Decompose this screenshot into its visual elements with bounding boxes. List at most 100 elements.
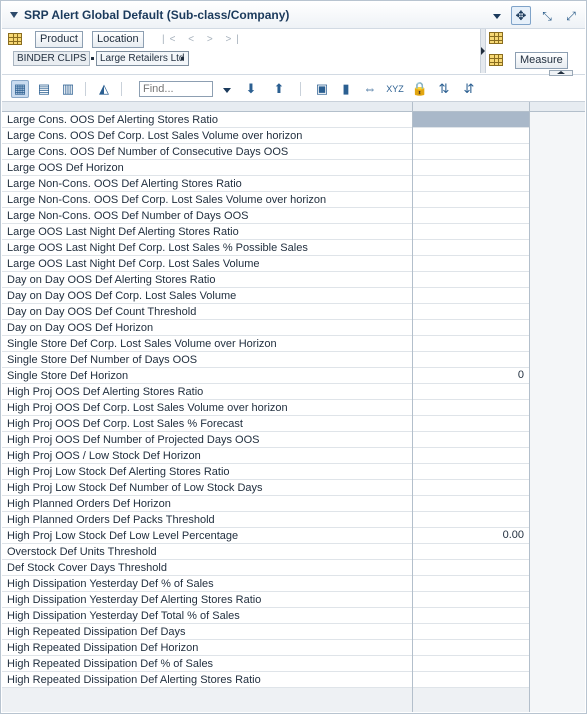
find-input[interactable]: [139, 81, 213, 97]
shrink-icon[interactable]: ⤡: [539, 8, 555, 24]
move-up-icon[interactable]: ⬆: [270, 80, 288, 98]
column-pivot-grid-icon[interactable]: [489, 32, 503, 44]
value-cell[interactable]: [413, 272, 529, 287]
move-down-icon[interactable]: ⬇: [242, 80, 260, 98]
column-divider[interactable]: [412, 102, 413, 712]
table-row: Large Cons. OOS Def Number of Consecutiv…: [2, 144, 529, 160]
toolbar-divider: [300, 82, 301, 96]
row-label: Single Store Def Corp. Lost Sales Volume…: [7, 338, 277, 350]
value-cell[interactable]: [413, 640, 529, 655]
separator-dot-icon: [181, 57, 184, 60]
value-cell[interactable]: [413, 592, 529, 607]
row-label: High Proj Low Stock Def Low Level Percen…: [7, 530, 239, 542]
table-row: High Proj OOS / Low Stock Def Horizon: [2, 448, 529, 464]
value-cell[interactable]: [413, 432, 529, 447]
menu-icon[interactable]: [493, 14, 501, 19]
value-cell[interactable]: [413, 512, 529, 527]
row-label: High Proj OOS Def Corp. Lost Sales % For…: [7, 418, 243, 430]
value-cell[interactable]: [413, 384, 529, 399]
value-cell[interactable]: [413, 192, 529, 207]
row-label: High Repeated Dissipation Def Horizon: [7, 642, 199, 654]
value-cell[interactable]: [413, 496, 529, 511]
table-row: Day on Day OOS Def Alerting Stores Ratio: [2, 272, 529, 288]
table-row: Large OOS Def Horizon: [2, 160, 529, 176]
table-row: High Proj OOS Def Corp. Lost Sales % For…: [2, 416, 529, 432]
chart-grid-icon[interactable]: ▤: [35, 80, 53, 98]
row-label: Large Non-Cons. OOS Def Alerting Stores …: [7, 178, 242, 190]
product-member[interactable]: BINDER CLIPS: [13, 51, 91, 66]
location-member[interactable]: Large Retailers Ltd: [96, 51, 189, 66]
value-cell[interactable]: 0.00: [413, 528, 529, 543]
table-row: Large Non-Cons. OOS Def Number of Days O…: [2, 208, 529, 224]
table-row: Day on Day OOS Def Count Threshold: [2, 304, 529, 320]
value-cell[interactable]: [413, 416, 529, 431]
column-header: [2, 102, 585, 112]
xyz-icon[interactable]: XYZ: [386, 80, 404, 98]
value-cell[interactable]: [413, 480, 529, 495]
maximize-icon[interactable]: ⤢: [563, 8, 579, 24]
splitter-handle[interactable]: [549, 70, 573, 76]
expand-right-icon[interactable]: [481, 47, 485, 55]
product-button[interactable]: Product: [35, 31, 83, 48]
value-cell[interactable]: [413, 304, 529, 319]
row-label: High Proj Low Stock Def Alerting Stores …: [7, 466, 230, 478]
move-icon[interactable]: ✥: [511, 6, 531, 25]
collapse-icon[interactable]: [10, 12, 18, 18]
highlight-icon[interactable]: ▮: [337, 80, 355, 98]
value-cell[interactable]: [413, 256, 529, 271]
lock-icon[interactable]: 🔒: [411, 80, 429, 98]
spreadsheet-icon[interactable]: ▣: [313, 80, 331, 98]
expand-icon[interactable]: ⇔: [361, 80, 379, 98]
value-cell[interactable]: [413, 400, 529, 415]
area-chart-icon[interactable]: ◭: [95, 80, 113, 98]
value-cell[interactable]: [413, 448, 529, 463]
table-row: Day on Day OOS Def Corp. Lost Sales Volu…: [2, 288, 529, 304]
sort-descending-icon[interactable]: ⇵: [460, 80, 478, 98]
table-row: Single Store Def Horizon 0: [2, 368, 529, 384]
grid-rows: Large Cons. OOS Def Alerting Stores Rati…: [2, 112, 585, 688]
row-label: Large Cons. OOS Def Corp. Lost Sales Vol…: [7, 130, 303, 142]
page-nav-arrows-icon[interactable]: |< < > >|: [162, 34, 244, 45]
location-button[interactable]: Location: [92, 31, 144, 48]
title-bar: SRP Alert Global Default (Sub-class/Comp…: [2, 2, 585, 29]
row-pivot-grid-icon[interactable]: [8, 33, 22, 45]
table-row: Day on Day OOS Def Horizon: [2, 320, 529, 336]
value-cell[interactable]: [413, 352, 529, 367]
value-cell[interactable]: [413, 112, 529, 127]
find-dropdown-icon[interactable]: [223, 88, 231, 93]
value-cell[interactable]: [413, 560, 529, 575]
value-cell[interactable]: [413, 288, 529, 303]
value-cell[interactable]: [413, 464, 529, 479]
table-row: High Dissipation Yesterday Def Total % o…: [2, 608, 529, 624]
value-cell[interactable]: 0: [413, 368, 529, 383]
row-label: Large OOS Last Night Def Alerting Stores…: [7, 226, 239, 238]
value-cell[interactable]: [413, 160, 529, 175]
row-label: High Proj Low Stock Def Number of Low St…: [7, 482, 263, 494]
value-cell[interactable]: [413, 624, 529, 639]
value-cell[interactable]: [413, 672, 529, 687]
table-row: Large Non-Cons. OOS Def Corp. Lost Sales…: [2, 192, 529, 208]
value-cell[interactable]: [413, 544, 529, 559]
measure-button[interactable]: Measure: [515, 52, 568, 69]
value-cell[interactable]: [413, 224, 529, 239]
grid-view-icon[interactable]: ▦: [11, 80, 29, 98]
value-cell[interactable]: [413, 576, 529, 591]
value-cell[interactable]: [413, 320, 529, 335]
row-label: High Proj OOS Def Corp. Lost Sales Volum…: [7, 402, 288, 414]
value-cell[interactable]: [413, 128, 529, 143]
value-cell[interactable]: [413, 240, 529, 255]
sort-ascending-icon[interactable]: ⇅: [435, 80, 453, 98]
table-row: Large Non-Cons. OOS Def Alerting Stores …: [2, 176, 529, 192]
chart-icon[interactable]: ▥: [59, 80, 77, 98]
measure-grid-icon[interactable]: [489, 54, 503, 66]
table-row: Large Cons. OOS Def Corp. Lost Sales Vol…: [2, 128, 529, 144]
column-divider[interactable]: [529, 102, 530, 712]
value-cell[interactable]: [413, 336, 529, 351]
value-cell[interactable]: [413, 608, 529, 623]
value-cell[interactable]: [413, 656, 529, 671]
row-label: Large OOS Def Horizon: [7, 162, 124, 174]
value-cell[interactable]: [413, 176, 529, 191]
value-cell[interactable]: [413, 144, 529, 159]
view-title: SRP Alert Global Default (Sub-class/Comp…: [24, 8, 290, 22]
value-cell[interactable]: [413, 208, 529, 223]
